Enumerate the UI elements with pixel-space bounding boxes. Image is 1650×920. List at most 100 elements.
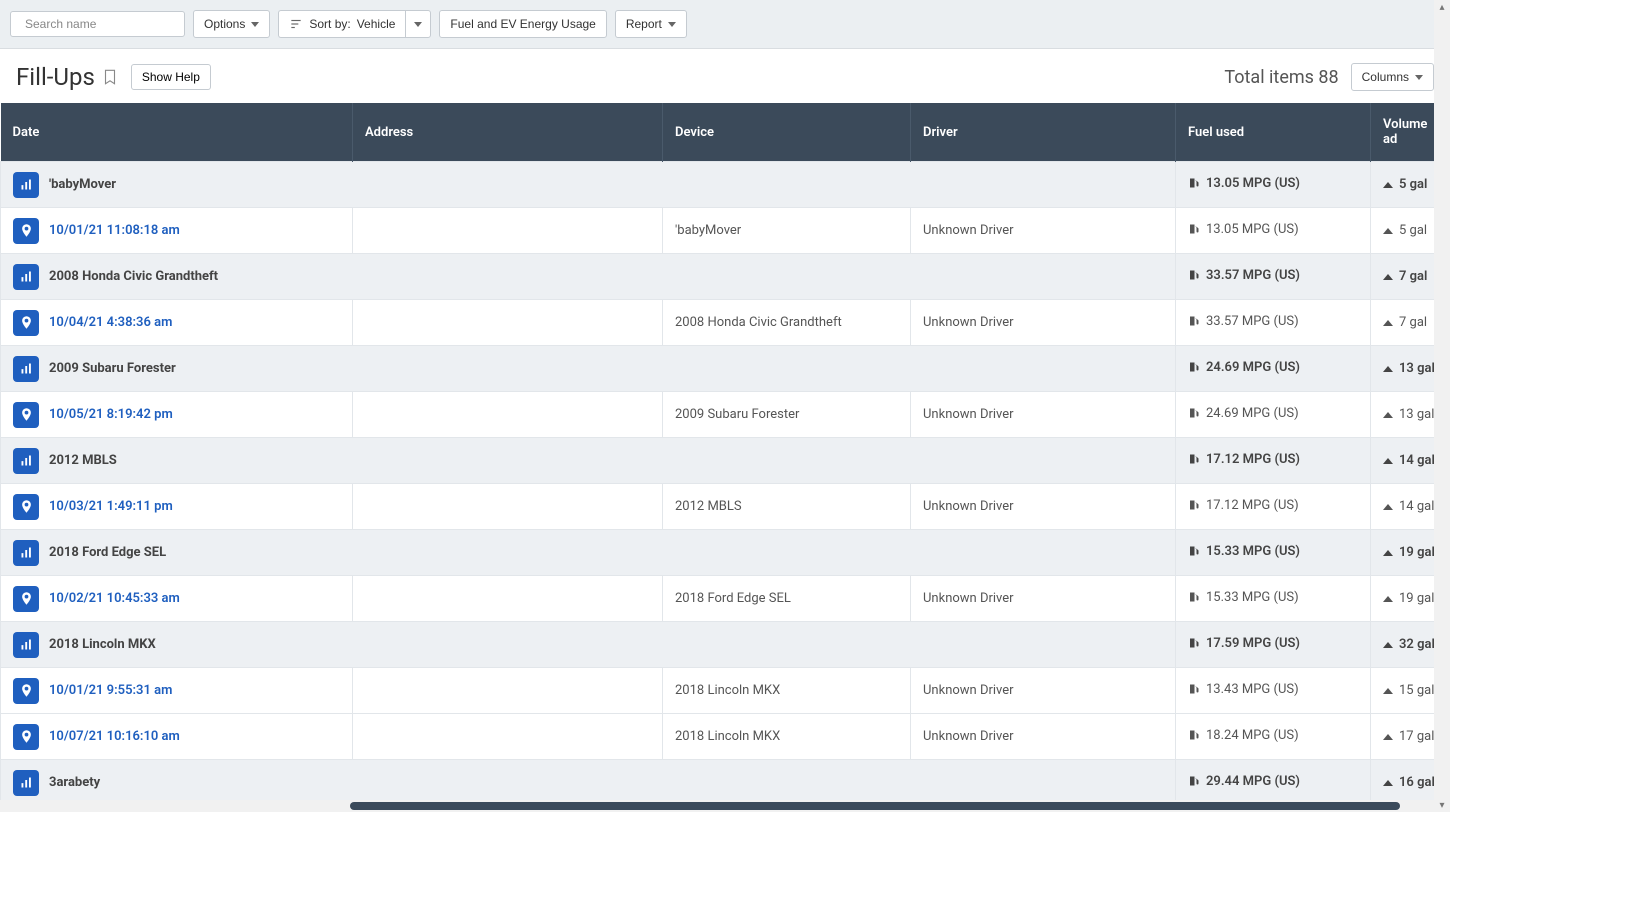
triangle-up-icon [1383, 274, 1393, 280]
columns-button[interactable]: Columns [1351, 63, 1434, 91]
fuel-cell: 13.05 MPG (US) [1188, 176, 1300, 191]
fuel-pump-icon [1188, 361, 1200, 373]
pin-icon[interactable] [13, 678, 39, 704]
date-link[interactable]: 10/05/21 8:19:42 pm [49, 407, 173, 422]
date-link[interactable]: 10/01/21 11:08:18 am [49, 223, 180, 238]
group-name: 2009 Subaru Forester [49, 361, 176, 376]
fuel-value: 13.43 MPG (US) [1206, 682, 1299, 697]
pin-icon[interactable] [13, 586, 39, 612]
volume-cell: 32 gal [1383, 637, 1435, 652]
group-name: 2008 Honda Civic Grandtheft [49, 269, 218, 284]
table-row[interactable]: 10/07/21 10:16:10 am2018 Lincoln MKXUnkn… [1, 714, 1451, 760]
scroll-down-arrow[interactable]: ▾ [1437, 800, 1447, 810]
fuel-value: 13.05 MPG (US) [1206, 222, 1299, 237]
col-device[interactable]: Device [663, 103, 911, 162]
fuel-value: 24.69 MPG (US) [1206, 406, 1299, 421]
driver-cell: Unknown Driver [911, 392, 1176, 438]
fuel-cell: 17.12 MPG (US) [1188, 452, 1300, 467]
table-row[interactable]: 10/05/21 8:19:42 pm 2009 Subaru ForesterU… [1, 392, 1451, 438]
fuel-pump-icon [1188, 591, 1200, 603]
driver-cell: Unknown Driver [911, 576, 1176, 622]
chart-icon[interactable] [13, 356, 39, 382]
show-help-button[interactable]: Show Help [131, 64, 211, 90]
table-row[interactable]: 10/03/21 1:49:11 pm2012 MBLSUnknown Driv… [1, 484, 1451, 530]
scroll-up-arrow[interactable]: ▴ [1437, 2, 1447, 12]
total-items-label: Total items [1224, 67, 1314, 88]
driver-cell: Unknown Driver [911, 668, 1176, 714]
col-fuel[interactable]: Fuel used [1176, 103, 1371, 162]
fuel-pump-icon [1188, 177, 1200, 189]
pin-icon[interactable] [13, 724, 39, 750]
group-name: 2012 MBLS [49, 453, 117, 468]
horizontal-scrollbar[interactable] [0, 800, 1434, 812]
volume-cell: 15 gal [1383, 683, 1434, 698]
fuel-value: 29.44 MPG (US) [1206, 774, 1300, 789]
col-address[interactable]: Address [353, 103, 663, 162]
triangle-up-icon [1383, 320, 1393, 326]
pin-icon[interactable] [13, 218, 39, 244]
address-cell [353, 576, 663, 622]
sort-button[interactable]: Sort by: Vehicle [278, 10, 405, 38]
group-row[interactable]: 2008 Honda Civic Grandtheft 33.57 MPG (US… [1, 254, 1451, 300]
vertical-scrollbar[interactable]: ▴ ▾ [1434, 0, 1450, 812]
report-label: Report [626, 17, 662, 31]
address-cell [353, 668, 663, 714]
pin-icon[interactable] [13, 402, 39, 428]
device-cell: 2009 Subaru Forester [663, 392, 911, 438]
chart-icon[interactable] [13, 770, 39, 796]
fuel-value: 15.33 MPG (US) [1206, 544, 1300, 559]
columns-label: Columns [1362, 70, 1409, 84]
date-link[interactable]: 10/03/21 1:49:11 pm [49, 499, 173, 514]
sort-icon [289, 17, 303, 31]
fuel-value: 33.57 MPG (US) [1206, 268, 1300, 283]
filter-button[interactable]: Fuel and EV Energy Usage [439, 10, 606, 38]
table-row[interactable]: 10/02/21 10:45:33 am2018 Ford Edge SELUn… [1, 576, 1451, 622]
sort-value: Vehicle [357, 17, 396, 31]
table-row[interactable]: 10/04/21 4:38:36 am2008 Honda Civic Gran… [1, 300, 1451, 346]
date-link[interactable]: 10/07/21 10:16:10 am [49, 729, 180, 744]
group-row[interactable]: 2018 Lincoln MKX17.59 MPG (US)32 gal [1, 622, 1451, 668]
group-row[interactable]: 2018 Ford Edge SEL15.33 MPG (US)19 gal [1, 530, 1451, 576]
volume-cell: 7 gal [1383, 269, 1427, 284]
sort-caret-button[interactable] [405, 10, 431, 38]
group-row[interactable]: 2009 Subaru Forester24.69 MPG (US)13 gal [1, 346, 1451, 392]
address-cell [353, 392, 663, 438]
volume-value: 19 gal [1399, 545, 1435, 560]
scrollbar-thumb[interactable] [350, 802, 1400, 810]
options-button[interactable]: Options [193, 10, 270, 38]
search-input[interactable] [25, 17, 180, 31]
volume-cell: 19 gal [1383, 545, 1435, 560]
address-cell [353, 300, 663, 346]
fillups-table: Date Address Device Driver Fuel used Vol… [0, 103, 1450, 806]
group-name: 'babyMover [49, 177, 116, 192]
page-title-text: Fill-Ups [16, 63, 95, 91]
table-row[interactable]: 10/01/21 11:08:18 am'babyMoverUnknown Dr… [1, 208, 1451, 254]
triangle-up-icon [1383, 780, 1393, 786]
volume-value: 15 gal [1399, 683, 1434, 698]
chart-icon[interactable] [13, 264, 39, 290]
fuel-value: 13.05 MPG (US) [1206, 176, 1300, 191]
date-link[interactable]: 10/01/21 9:55:31 am [49, 683, 172, 698]
date-link[interactable]: 10/02/21 10:45:33 am [49, 591, 180, 606]
group-row[interactable]: 2012 MBLS17.12 MPG (US)14 gal [1, 438, 1451, 484]
date-link[interactable]: 10/04/21 4:38:36 am [49, 315, 172, 330]
group-row[interactable]: 3arabety29.44 MPG (US)16 gal [1, 760, 1451, 806]
col-date[interactable]: Date [1, 103, 353, 162]
group-row[interactable]: 'babyMover13.05 MPG (US)5 gal [1, 162, 1451, 208]
bookmark-icon[interactable] [101, 68, 119, 86]
report-button[interactable]: Report [615, 10, 687, 38]
table-wrap[interactable]: Date Address Device Driver Fuel used Vol… [0, 103, 1450, 806]
chart-icon[interactable] [13, 448, 39, 474]
chart-icon[interactable] [13, 172, 39, 198]
volume-value: 19 gal [1399, 591, 1434, 606]
volume-value: 5 gal [1399, 223, 1427, 238]
fuel-cell: 17.12 MPG (US) [1188, 498, 1299, 513]
chart-icon[interactable] [13, 632, 39, 658]
chart-icon[interactable] [13, 540, 39, 566]
pin-icon[interactable] [13, 494, 39, 520]
sort-prefix: Sort by: [309, 17, 350, 31]
pin-icon[interactable] [13, 310, 39, 336]
col-driver[interactable]: Driver [911, 103, 1176, 162]
search-input-wrap[interactable] [10, 11, 185, 37]
table-row[interactable]: 10/01/21 9:55:31 am2018 Lincoln MKXUnkno… [1, 668, 1451, 714]
